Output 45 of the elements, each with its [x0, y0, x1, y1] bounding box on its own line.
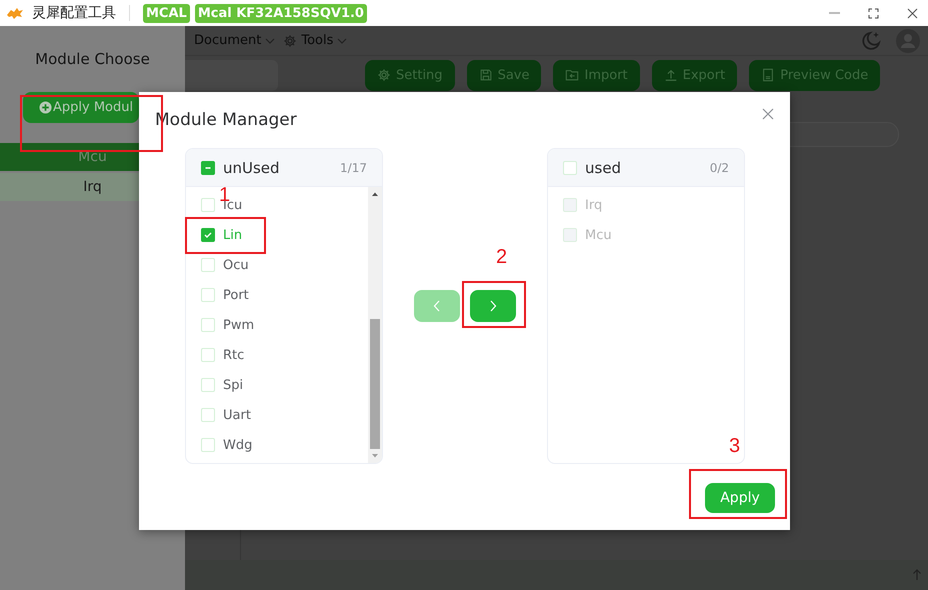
chevron-left-icon [433, 300, 441, 312]
chevron-right-icon [489, 300, 497, 312]
upload-icon [664, 68, 678, 82]
save-icon [478, 68, 493, 82]
panel-title: used [585, 158, 622, 176]
moon-icon[interactable] [860, 30, 882, 52]
document-icon [761, 68, 776, 82]
list-item[interactable]: Wdg [223, 438, 252, 452]
chevron-icon [265, 38, 276, 44]
panel-title: unUsed [223, 158, 280, 176]
input-field[interactable] [185, 60, 278, 90]
minimize-icon[interactable] [829, 12, 840, 14]
scrollbar[interactable] [368, 187, 382, 463]
list-item[interactable]: Pwm [223, 318, 254, 332]
folder-icon [565, 68, 580, 82]
gear-icon [283, 34, 298, 48]
plus-icon [39, 101, 52, 114]
logo-icon [6, 7, 24, 19]
list-item[interactable]: Uart [223, 408, 251, 422]
version-tag: MCAL [143, 4, 190, 22]
checkbox[interactable] [201, 160, 215, 174]
step-number: 3 [729, 435, 740, 458]
sidebar-title: Module Choose [34, 50, 151, 68]
close-icon[interactable] [907, 8, 918, 18]
list-item[interactable]: Spi [223, 378, 244, 392]
list-item[interactable]: Port [223, 288, 249, 302]
list-item[interactable]: Ocu [223, 258, 249, 272]
apply-button[interactable]: Apply [705, 483, 775, 513]
move-right-button[interactable] [470, 290, 516, 322]
item-count: 1/17 [340, 160, 367, 174]
apply-module-button[interactable]: Apply Modul [23, 92, 140, 123]
list-item[interactable]: Rtc [223, 348, 244, 362]
app-title: 灵犀配置工具 [32, 4, 116, 22]
highlight-frame [462, 281, 526, 328]
list-item[interactable]: Lin [223, 228, 242, 242]
check-icon [203, 230, 213, 240]
chevron-icon [337, 38, 348, 44]
gear-icon [377, 68, 391, 82]
version-tag: Mcal KF32A158SQV1.0 [194, 4, 367, 22]
close-icon[interactable] [760, 106, 776, 122]
item-count: 0/2 [710, 160, 729, 174]
checkbox[interactable] [201, 228, 215, 242]
step-number: 2 [496, 246, 508, 269]
maximize-icon[interactable] [868, 8, 879, 18]
arrow-up-icon[interactable] [912, 569, 922, 581]
